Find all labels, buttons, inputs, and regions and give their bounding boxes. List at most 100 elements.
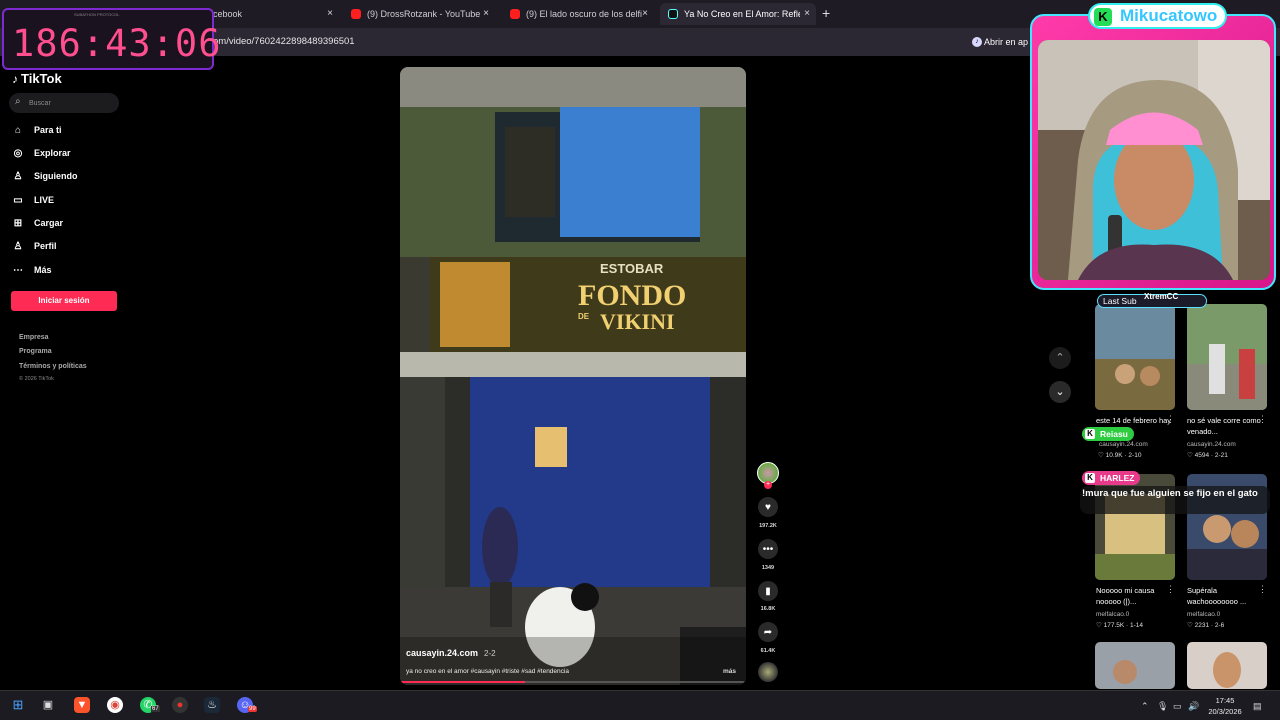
nav-siguiendo[interactable]: ♙ Siguiendo <box>11 167 78 185</box>
heart-icon: ♡ <box>1096 622 1102 629</box>
kick-icon: K <box>1094 8 1112 26</box>
recommendation-title[interactable]: no sé vale corre como venado... <box>1187 415 1267 437</box>
volume-icon[interactable]: 🔊 <box>1188 701 1199 712</box>
close-icon[interactable]: × <box>642 8 648 19</box>
nav-explorar[interactable]: ◎ Explorar <box>11 144 71 162</box>
windows-start-icon[interactable]: ⊞ <box>10 697 26 713</box>
nav-perfil[interactable]: ♙ Perfil <box>11 237 57 255</box>
last-sub-banner: Last Sub XtremCC <box>1097 292 1207 308</box>
tab-facebook[interactable]: cebook × <box>205 3 339 25</box>
microphone-icon[interactable]: 🎙 <box>1157 701 1168 712</box>
more-options-icon[interactable]: ⋮ <box>1166 414 1175 425</box>
video-progress-fill <box>400 681 525 683</box>
close-icon[interactable]: × <box>804 8 810 19</box>
close-icon[interactable]: × <box>327 8 333 19</box>
clock-time: 17:45 <box>1215 696 1235 705</box>
task-view-icon[interactable]: ▣ <box>40 697 56 713</box>
tiktok-logo[interactable]: ♪ TikTok <box>12 71 62 86</box>
upload-icon: ⊞ <box>13 217 23 229</box>
video-caption: ya no creo en el amor #causayin #triste … <box>406 668 569 675</box>
share-icon[interactable]: ➦ <box>758 622 778 642</box>
video-more-link[interactable]: más <box>723 668 736 675</box>
chat-user-badge: K HARLEZ <box>1082 471 1141 485</box>
open-in-app-button[interactable]: ♪ Abrir en ap <box>968 33 1036 51</box>
new-tab-button[interactable]: + <box>822 5 830 21</box>
recommendation-thumb[interactable] <box>1095 642 1175 689</box>
more-options-icon[interactable]: ⋮ <box>1166 584 1175 595</box>
search-icon[interactable]: ⌕ <box>15 96 21 107</box>
chevron-down-icon[interactable]: ⌄ <box>1049 381 1071 403</box>
recommendation-title[interactable]: Supérala wachoooooooo ... <box>1187 585 1267 607</box>
more-options-icon[interactable]: ⋮ <box>1258 414 1267 425</box>
tab-title: (9) El lado oscuro de los delfine <box>526 9 642 19</box>
notifications-icon[interactable]: ▤ <box>1253 701 1262 712</box>
network-icon[interactable]: ▭ <box>1173 701 1182 712</box>
nav-live[interactable]: ▭ LIVE <box>11 191 54 209</box>
tiktok-note-icon: ♪ <box>12 71 18 86</box>
recommendation-meta: ♡ 2231 · 2-6 <box>1187 622 1225 629</box>
nav-cargar[interactable]: ⊞ Cargar <box>11 214 63 232</box>
chrome-icon[interactable]: ◉ <box>107 697 123 713</box>
last-sub-name: XtremCC <box>1144 292 1179 301</box>
webcam-feed <box>1038 40 1270 280</box>
nav-mas[interactable]: ⋯ Más <box>11 261 52 279</box>
bookmark-icon[interactable]: ▮ <box>758 581 778 601</box>
streamer-name-badge: K Mikucatowo <box>1088 3 1228 29</box>
footer-link-empresa[interactable]: Empresa <box>19 334 49 341</box>
nav-label: Perfil <box>34 241 57 251</box>
recommendation-author: causayin.24.com <box>1099 441 1148 448</box>
nav-para-ti[interactable]: ⌂ Para ti <box>11 121 62 139</box>
close-icon[interactable]: × <box>483 8 489 19</box>
tray-chevron-icon[interactable]: ⌃ <box>1141 701 1149 712</box>
comment-icon[interactable]: ••• <box>758 539 778 559</box>
comment-count: 1349 <box>761 565 775 571</box>
clock-date: 20/3/2026 <box>1208 707 1242 716</box>
kick-icon: K <box>1085 429 1095 439</box>
video-progress-bar[interactable] <box>400 681 746 683</box>
url-field[interactable]: om/video/7602422898489396501 <box>213 36 355 47</box>
windows-taskbar <box>0 690 1280 720</box>
tab-tiktok[interactable]: Ya No Creo en El Amor: Reflexi × <box>660 3 816 25</box>
sign-text-line3: VIKINI <box>600 309 675 334</box>
recommendation-title[interactable]: Nooooo mi causa nooooo (|)... <box>1096 585 1176 607</box>
follow-plus-icon[interactable]: + <box>764 481 772 489</box>
steam-icon[interactable]: ♨ <box>204 697 220 713</box>
footer-link-terminos[interactable]: Términos y políticas <box>19 363 87 370</box>
tab-youtube-dross[interactable]: (9) DrossRotzank - YouTube × <box>343 3 495 25</box>
recommendation-meta: ♡ 4594 · 2-21 <box>1187 452 1228 459</box>
copyright: © 2026 TikTok <box>19 376 54 382</box>
last-sub-label: Last Sub <box>1103 296 1137 306</box>
obs-icon[interactable]: ● <box>172 697 188 713</box>
timer-value: 186:43:06 <box>12 22 222 65</box>
chat-message: !mura que fue alguien se fijo en el gato <box>1080 486 1270 514</box>
video-player[interactable]: ESTOBAR FONDO DE VIKINI causayin.24.com … <box>400 67 746 685</box>
rec-date: 2-10 <box>1128 452 1142 459</box>
whatsapp-badge: 67 <box>151 706 160 712</box>
sign-text-line2: FONDO <box>578 279 686 312</box>
chat-username: HARLEZ <box>1100 473 1135 483</box>
system-clock[interactable]: 17:45 20/3/2026 <box>1202 695 1248 717</box>
nav-label: Siguiendo <box>34 171 78 181</box>
nav-label: Para ti <box>34 125 62 135</box>
streamer-name: Mikucatowo <box>1120 6 1218 25</box>
live-icon: ▭ <box>13 194 23 206</box>
video-author[interactable]: causayin.24.com <box>406 648 478 658</box>
chat-username: Reiasu <box>1100 429 1128 439</box>
search-input[interactable] <box>29 96 115 110</box>
chevron-up-icon[interactable]: ⌃ <box>1049 347 1071 369</box>
rec-views: 10.9K <box>1105 452 1123 459</box>
brave-browser-icon[interactable]: ▼ <box>74 697 90 713</box>
recommendation-thumb[interactable] <box>1095 304 1175 410</box>
like-icon[interactable]: ♥ <box>758 497 778 517</box>
recommendation-meta: ♡ 10.9K · 2-10 <box>1098 452 1142 459</box>
discord-badge: 99 <box>248 706 257 712</box>
recommendation-thumb[interactable] <box>1187 304 1267 410</box>
subathon-timer: SUBATHON PROTOCOL 186:43:06 <box>2 8 220 70</box>
login-button[interactable]: Iniciar sesión <box>11 291 117 311</box>
music-disc-icon[interactable] <box>758 662 778 682</box>
recommendation-thumb[interactable] <box>1187 642 1267 689</box>
more-options-icon[interactable]: ⋮ <box>1258 584 1267 595</box>
footer-link-programa[interactable]: Programa <box>19 348 52 355</box>
thumbnail-image <box>1187 304 1267 410</box>
tab-youtube-delfines[interactable]: (9) El lado oscuro de los delfine × <box>502 3 654 25</box>
